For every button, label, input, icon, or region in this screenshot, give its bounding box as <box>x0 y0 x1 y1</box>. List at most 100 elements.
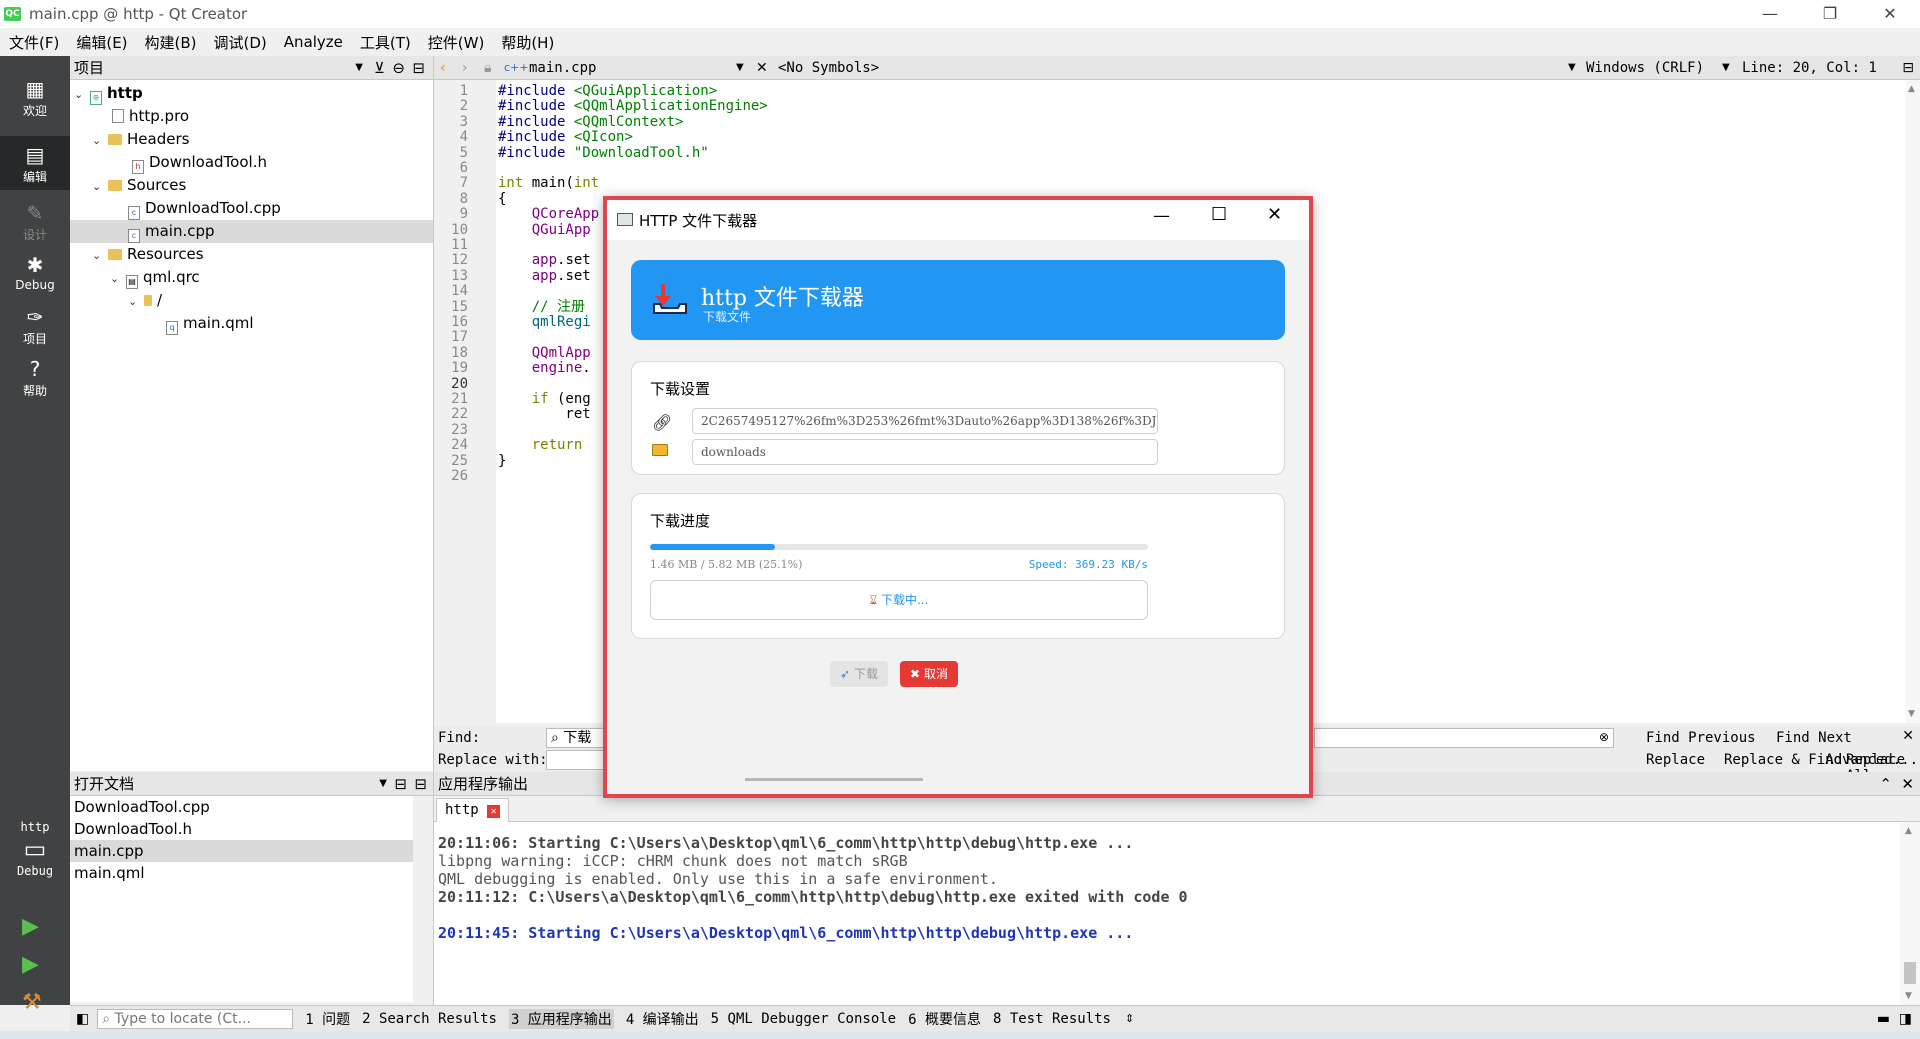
output-scrollbar[interactable]: ▲ ▼ <box>1900 822 1920 1005</box>
chevron-down-icon[interactable]: ▼ <box>1568 56 1576 80</box>
locate-input[interactable]: ⌕ Type to locate (Ct... <box>97 1008 294 1029</box>
forward-icon[interactable]: › <box>462 56 468 80</box>
scroll-down-icon[interactable]: ▼ <box>1905 991 1912 1001</box>
menu-help[interactable]: 帮助(H) <box>492 32 562 53</box>
chevron-down-icon[interactable]: ⌄ <box>92 175 108 198</box>
tab-test-results[interactable]: 8 Test Results <box>993 1011 1111 1027</box>
debug-run-icon[interactable]: ▶ <box>22 952 39 977</box>
clear-icon[interactable]: ⊗ <box>1599 730 1609 744</box>
chevron-down-icon[interactable]: ⌄ <box>110 267 126 290</box>
chevron-down-icon[interactable]: ▼ <box>736 56 744 80</box>
url-input[interactable]: 2C2657495127%26fm%3D253%26fmt%3Dauto%26a… <box>692 408 1158 434</box>
scroll-up-icon[interactable]: ▲ <box>1905 826 1912 836</box>
chevron-down-icon[interactable]: ▼ <box>1722 56 1730 80</box>
symbols-selector[interactable]: <No Symbols> <box>778 56 879 80</box>
tree-item-main-cpp[interactable]: c main.cpp <box>70 220 433 243</box>
close-pane-icon[interactable]: ⊟ <box>414 772 427 796</box>
chevron-down-icon[interactable]: ⌄ <box>74 83 90 106</box>
filter-icon[interactable]: ⊻ <box>374 56 385 80</box>
close-editor-icon[interactable]: ✕ <box>756 56 768 80</box>
directory-input[interactable]: downloads <box>692 439 1158 465</box>
encoding-selector[interactable]: Windows (CRLF) <box>1586 56 1704 80</box>
find-previous-button[interactable]: Find Previous <box>1646 730 1756 746</box>
advanced-button[interactable]: Advanced... <box>1825 752 1918 768</box>
mode-welcome[interactable]: ▦ 欢迎 <box>0 70 70 122</box>
menu-debug[interactable]: 调试(D) <box>205 32 275 53</box>
tree-item-downloadtool-h[interactable]: h DownloadTool.h <box>70 151 433 174</box>
sidebar-toggle-icon[interactable]: ◧ <box>76 1011 89 1027</box>
tree-item-root-folder[interactable]: ⌄ / <box>70 289 433 312</box>
scroll-up-icon[interactable]: ▲ <box>1908 84 1915 94</box>
tree-item-qml-qrc[interactable]: ⌄ ▤ qml.qrc <box>70 266 433 289</box>
replace-button[interactable]: Replace <box>1646 752 1705 768</box>
kit-selector[interactable]: http ▭ Debug <box>0 816 70 896</box>
find-input-end[interactable]: ⊗ <box>1314 728 1614 748</box>
build-hammer-icon[interactable]: ⚒ <box>22 990 42 1015</box>
download-button[interactable]: ➶ 下载 <box>830 661 888 687</box>
back-icon[interactable]: ‹ <box>440 56 446 80</box>
chevron-down-icon[interactable]: ⌄ <box>128 290 144 313</box>
dialog-minimize-button[interactable]: — <box>1153 206 1170 226</box>
chevron-down-icon[interactable]: ⌄ <box>92 129 108 152</box>
mode-design[interactable]: ✎ 设计 <box>0 194 70 246</box>
tab-qml-debugger-console[interactable]: 5 QML Debugger Console <box>711 1011 896 1027</box>
close-find-icon[interactable]: ✕ <box>1902 728 1914 744</box>
close-pane-icon[interactable]: ✕ <box>1901 772 1914 796</box>
chevron-down-icon[interactable]: ▼ <box>355 56 363 80</box>
dialog-close-button[interactable]: ✕ <box>1267 204 1282 225</box>
list-item[interactable]: DownloadTool.h <box>70 818 413 840</box>
maximize-pane-icon[interactable]: ⌃ <box>1879 772 1892 796</box>
banner-subtitle: 下载文件 <box>703 310 752 324</box>
editor-scrollbar[interactable]: ▲ ▼ <box>1906 80 1920 723</box>
menu-tools[interactable]: 工具(T) <box>351 32 419 53</box>
mode-help[interactable]: ? 帮助 <box>0 350 70 402</box>
link-icon[interactable]: ⊖ <box>392 56 405 80</box>
cursor-position[interactable]: Line: 20, Col: 1 <box>1742 56 1877 80</box>
split-icon[interactable]: ⊟ <box>394 772 407 796</box>
chevron-down-icon[interactable]: ▼ <box>379 772 387 796</box>
menu-file[interactable]: 文件(F) <box>0 32 67 53</box>
list-item[interactable]: main.qml <box>70 862 413 884</box>
tab-general-messages[interactable]: 6 概要信息 <box>908 1009 981 1029</box>
output-toggle-icon[interactable]: ◨ <box>1899 1011 1912 1027</box>
tree-item-downloadtool-cpp[interactable]: c DownloadTool.cpp <box>70 197 433 220</box>
list-item[interactable]: DownloadTool.cpp <box>70 796 413 818</box>
tree-item-headers[interactable]: ⌄ Headers <box>70 128 433 151</box>
more-tabs-icon[interactable]: ⇕ <box>1125 1012 1134 1025</box>
application-output[interactable]: 20:11:06: Starting C:\Users\a\Desktop\qm… <box>434 822 1900 1005</box>
tab-compile-output[interactable]: 4 编译输出 <box>626 1009 699 1029</box>
run-icon[interactable]: ▶ <box>22 914 39 939</box>
tab-http[interactable]: http ✕ <box>436 798 510 822</box>
tab-issues[interactable]: 1 问题 <box>305 1009 350 1029</box>
find-next-button[interactable]: Find Next <box>1776 730 1852 746</box>
minimize-button[interactable]: — <box>1740 0 1800 28</box>
restore-button[interactable]: ❐ <box>1800 0 1860 28</box>
tab-search-results[interactable]: 2 Search Results <box>362 1011 497 1027</box>
close-button[interactable]: ✕ <box>1860 0 1920 28</box>
close-tab-icon[interactable]: ✕ <box>487 805 501 818</box>
cancel-button[interactable]: ✖ 取消 <box>900 661 958 687</box>
menu-controls[interactable]: 控件(W) <box>419 32 493 53</box>
scroll-down-icon[interactable]: ▼ <box>1908 709 1915 719</box>
scroll-thumb[interactable] <box>1904 962 1916 984</box>
tab-app-output[interactable]: 3 应用程序输出 <box>508 1008 614 1029</box>
split-icon[interactable]: ⊟ <box>1902 56 1914 80</box>
mode-debug[interactable]: ✱ Debug <box>0 246 70 298</box>
menu-edit[interactable]: 编辑(E) <box>67 32 135 53</box>
tree-item-http-pro[interactable]: http.pro <box>70 105 433 128</box>
split-icon[interactable]: ⊟ <box>412 56 425 80</box>
menu-analyze[interactable]: Analyze <box>275 33 351 51</box>
tree-item-main-qml[interactable]: q main.qml <box>70 312 433 335</box>
tree-item-resources[interactable]: ⌄ Resources <box>70 243 433 266</box>
menu-build[interactable]: 构建(B) <box>136 32 205 53</box>
list-item[interactable]: main.cpp <box>70 840 413 862</box>
mode-edit[interactable]: ▤ 编辑 <box>0 136 70 190</box>
tree-item-http[interactable]: ⌄ ⊕ http <box>70 82 433 105</box>
progress-toggle-icon[interactable]: ▬ <box>1877 1011 1890 1027</box>
editor-file-selector[interactable]: main.cpp <box>529 56 596 80</box>
dialog-maximize-button[interactable]: ☐ <box>1211 204 1227 225</box>
code-line: app.set <box>531 267 591 284</box>
tree-item-sources[interactable]: ⌄ Sources <box>70 174 433 197</box>
chevron-down-icon[interactable]: ⌄ <box>92 244 108 267</box>
mode-projects[interactable]: ✑ 项目 <box>0 298 70 350</box>
